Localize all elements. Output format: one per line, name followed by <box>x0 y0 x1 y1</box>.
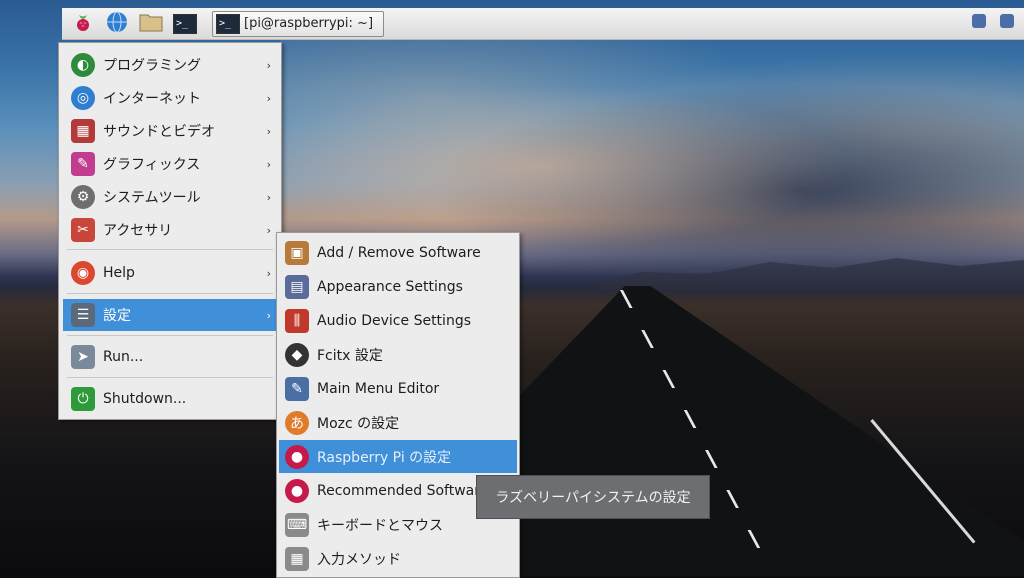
mozc-icon: あ <box>285 410 309 435</box>
submenu-item-audio-device-settings[interactable]: ⫼ Audio Device Settings <box>279 304 517 337</box>
programming-icon: ◐ <box>71 53 95 77</box>
menu-item-programming[interactable]: ◐ プログラミング › <box>63 49 277 81</box>
submenu-item-fcitx-settings[interactable]: ◆ Fcitx 設定 <box>279 338 517 371</box>
menu-item-shutdown[interactable]: ⏻ Shutdown... <box>63 383 277 415</box>
menu-item-run[interactable]: ➤ Run... <box>63 341 277 373</box>
submenu-item-mozc-settings[interactable]: あ Mozc の設定 <box>279 406 517 439</box>
submenu-item-label: Appearance Settings <box>317 278 463 295</box>
menu-item-internet[interactable]: ◎ インターネット › <box>63 82 277 114</box>
chevron-right-icon: › <box>266 190 271 204</box>
menu-item-label: グラフィックス <box>103 157 201 173</box>
taskbar-window-title: [pi@raspberrypi: ~] <box>244 16 374 31</box>
menu-item-label: インターネット <box>103 91 201 107</box>
main-menu: ◐ プログラミング › ◎ インターネット › ▦ サウンドとビデオ › ✎ グ… <box>58 42 282 420</box>
paper-plane-icon: ➤ <box>71 345 95 369</box>
terminal-icon: >_ <box>216 13 240 34</box>
menu-item-graphics[interactable]: ✎ グラフィックス › <box>63 148 277 180</box>
menu-item-label: サウンドとビデオ <box>103 124 215 140</box>
audio-mixer-icon: ⫼ <box>285 308 309 333</box>
chevron-right-icon: › <box>266 58 271 72</box>
terminal-icon: >_ <box>173 13 197 34</box>
accessories-icon: ✂ <box>71 218 95 242</box>
web-browser-button[interactable] <box>102 11 132 37</box>
settings-icon: ☰ <box>71 303 95 327</box>
chevron-right-icon: › <box>266 223 271 237</box>
submenu-item-add-remove-software[interactable]: ▣ Add / Remove Software <box>279 236 517 269</box>
menu-item-preferences[interactable]: ☰ 設定 › <box>63 299 277 331</box>
menu-separator <box>67 249 273 250</box>
preferences-submenu: ▣ Add / Remove Software ▤ Appearance Set… <box>276 232 520 578</box>
menu-item-label: アクセサリ <box>103 223 173 239</box>
input-method-icon: ▦ <box>285 546 309 571</box>
shutdown-icon: ⏻ <box>71 387 95 411</box>
submenu-item-label: Audio Device Settings <box>317 312 471 329</box>
menu-item-system-tools[interactable]: ⚙ システムツール › <box>63 181 277 213</box>
menu-editor-icon: ✎ <box>285 376 309 401</box>
menu-item-help[interactable]: ◉ Help › <box>63 257 277 289</box>
top-panel: >_ >_ [pi@raspberrypi: ~] <box>62 8 1024 40</box>
chevron-right-icon: › <box>266 157 271 171</box>
bluetooth-icon[interactable] <box>972 14 986 28</box>
submenu-item-label: キーボードとマウス <box>317 517 443 534</box>
raspberry-icon: ● <box>285 444 309 469</box>
appearance-icon: ▤ <box>285 274 309 299</box>
menu-item-label: Run... <box>103 349 144 365</box>
submenu-item-raspberry-pi-configuration[interactable]: ● Raspberry Pi の設定 <box>279 440 517 473</box>
menu-item-label: 設定 <box>103 308 131 324</box>
keyboard-icon: ⌨ <box>285 512 309 537</box>
package-icon: ▣ <box>285 240 309 265</box>
lifebuoy-icon: ◉ <box>71 261 95 285</box>
terminal-button[interactable]: >_ <box>170 11 200 37</box>
submenu-item-label: Fcitx 設定 <box>317 347 383 364</box>
raspberry-menu-button[interactable] <box>68 11 98 37</box>
globe-icon <box>105 10 129 38</box>
menu-separator <box>67 377 273 378</box>
menu-item-label: プログラミング <box>103 58 201 74</box>
chevron-right-icon: › <box>266 308 271 322</box>
sound-video-icon: ▦ <box>71 119 95 143</box>
chevron-right-icon: › <box>266 124 271 138</box>
menu-separator <box>67 335 273 336</box>
submenu-item-label: Raspberry Pi の設定 <box>317 449 452 466</box>
submenu-item-input-method[interactable]: ▦ 入力メソッド <box>279 542 517 575</box>
file-manager-button[interactable] <box>136 11 166 37</box>
submenu-item-label: 入力メソッド <box>317 551 401 568</box>
graphics-icon: ✎ <box>71 152 95 176</box>
submenu-item-label: Main Menu Editor <box>317 380 440 397</box>
submenu-item-label: Add / Remove Software <box>317 244 481 261</box>
menu-separator <box>67 293 273 294</box>
submenu-item-appearance-settings[interactable]: ▤ Appearance Settings <box>279 270 517 303</box>
raspberry-icon <box>72 11 94 37</box>
submenu-item-label: Mozc の設定 <box>317 415 400 432</box>
network-icon[interactable] <box>1000 14 1014 28</box>
penguin-icon: ◆ <box>285 342 309 367</box>
submenu-item-main-menu-editor[interactable]: ✎ Main Menu Editor <box>279 372 517 405</box>
menu-item-accessories[interactable]: ✂ アクセサリ › <box>63 214 277 246</box>
taskbar-terminal-window[interactable]: >_ [pi@raspberrypi: ~] <box>212 10 384 37</box>
globe-icon: ◎ <box>71 86 95 110</box>
folder-icon <box>138 11 164 37</box>
chevron-right-icon: › <box>266 266 271 280</box>
raspberry-icon: ● <box>285 478 309 503</box>
submenu-item-label: Recommended Software <box>317 482 489 499</box>
chevron-right-icon: › <box>266 91 271 105</box>
system-tray <box>972 14 1014 28</box>
menu-item-label: Help <box>103 265 135 281</box>
gear-icon: ⚙ <box>71 185 95 209</box>
tooltip: ラズベリーパイシステムの設定 <box>476 475 710 519</box>
menu-item-label: Shutdown... <box>103 391 187 407</box>
menu-item-label: システムツール <box>103 190 201 206</box>
menu-item-sound-video[interactable]: ▦ サウンドとビデオ › <box>63 115 277 147</box>
